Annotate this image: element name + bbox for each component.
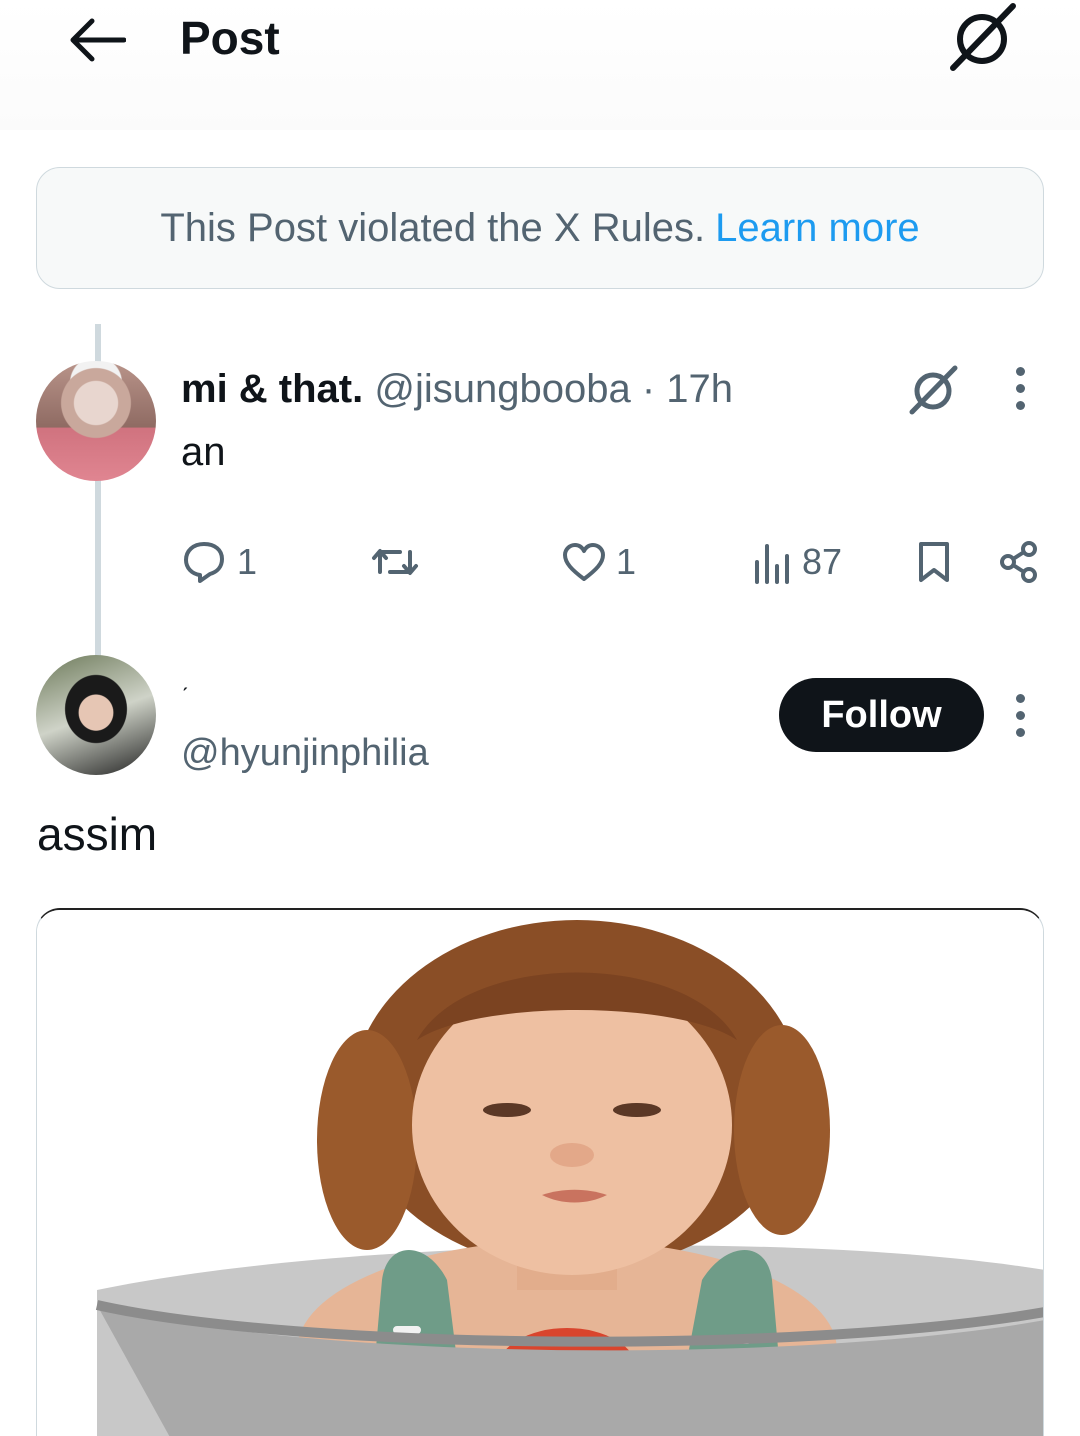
more-options-button[interactable] <box>1003 685 1037 745</box>
tweet-text: an <box>181 430 226 474</box>
views-icon <box>755 544 789 584</box>
top-bar: Post <box>0 0 1080 130</box>
dot-icon <box>1015 383 1025 393</box>
reply-count: 1 <box>237 541 258 582</box>
author-handle[interactable]: @jisungbooba <box>374 367 630 411</box>
dot-icon <box>1015 366 1025 376</box>
media-image[interactable] <box>36 908 1044 1436</box>
dot-icon <box>1015 400 1025 410</box>
repost-button[interactable] <box>370 536 420 588</box>
separator: · <box>641 367 656 411</box>
dot-icon <box>1015 727 1025 737</box>
dot-icon <box>1015 693 1025 703</box>
back-button[interactable] <box>64 10 130 70</box>
learn-more-link[interactable]: Learn more <box>715 206 920 251</box>
share-icon <box>1000 541 1037 583</box>
repost-icon <box>372 549 418 575</box>
dot-icon <box>1015 710 1025 720</box>
violation-notice: This Post violated the X Rules. Learn mo… <box>36 167 1044 289</box>
timestamp[interactable]: 17h <box>666 367 733 411</box>
bookmark-button[interactable] <box>916 536 952 588</box>
more-options-button[interactable] <box>1003 358 1037 418</box>
view-count: 87 <box>802 541 843 582</box>
like-count: 1 <box>616 541 637 582</box>
bookmark-icon <box>919 542 949 582</box>
grok-button[interactable] <box>900 362 966 418</box>
grok-button[interactable] <box>940 0 1024 74</box>
grok-icon <box>950 3 1016 71</box>
author-handle[interactable]: @hyunjinphilia <box>181 729 429 777</box>
tweet-header: mi & that. @jisungbooba · 17h <box>181 365 733 413</box>
author-name[interactable]: ˏ <box>181 666 188 692</box>
share-button[interactable] <box>998 536 1040 588</box>
author-name[interactable]: mi & that. <box>181 367 363 411</box>
avatar[interactable] <box>36 655 156 775</box>
page-title: Post <box>180 12 280 64</box>
arrow-left-icon <box>70 18 126 62</box>
avatar[interactable] <box>36 361 156 481</box>
reply-text: assim <box>37 808 158 860</box>
views-button[interactable]: 87 <box>752 536 842 588</box>
notice-text: This Post violated the X Rules. <box>160 205 706 250</box>
like-button[interactable]: 1 <box>562 536 636 588</box>
follow-button[interactable]: Follow <box>779 678 984 752</box>
heart-icon <box>563 543 605 581</box>
reply-button[interactable]: 1 <box>181 536 257 588</box>
child-in-bathtub-image <box>37 910 1043 1436</box>
grok-icon <box>909 365 958 415</box>
reply-icon <box>184 542 224 583</box>
